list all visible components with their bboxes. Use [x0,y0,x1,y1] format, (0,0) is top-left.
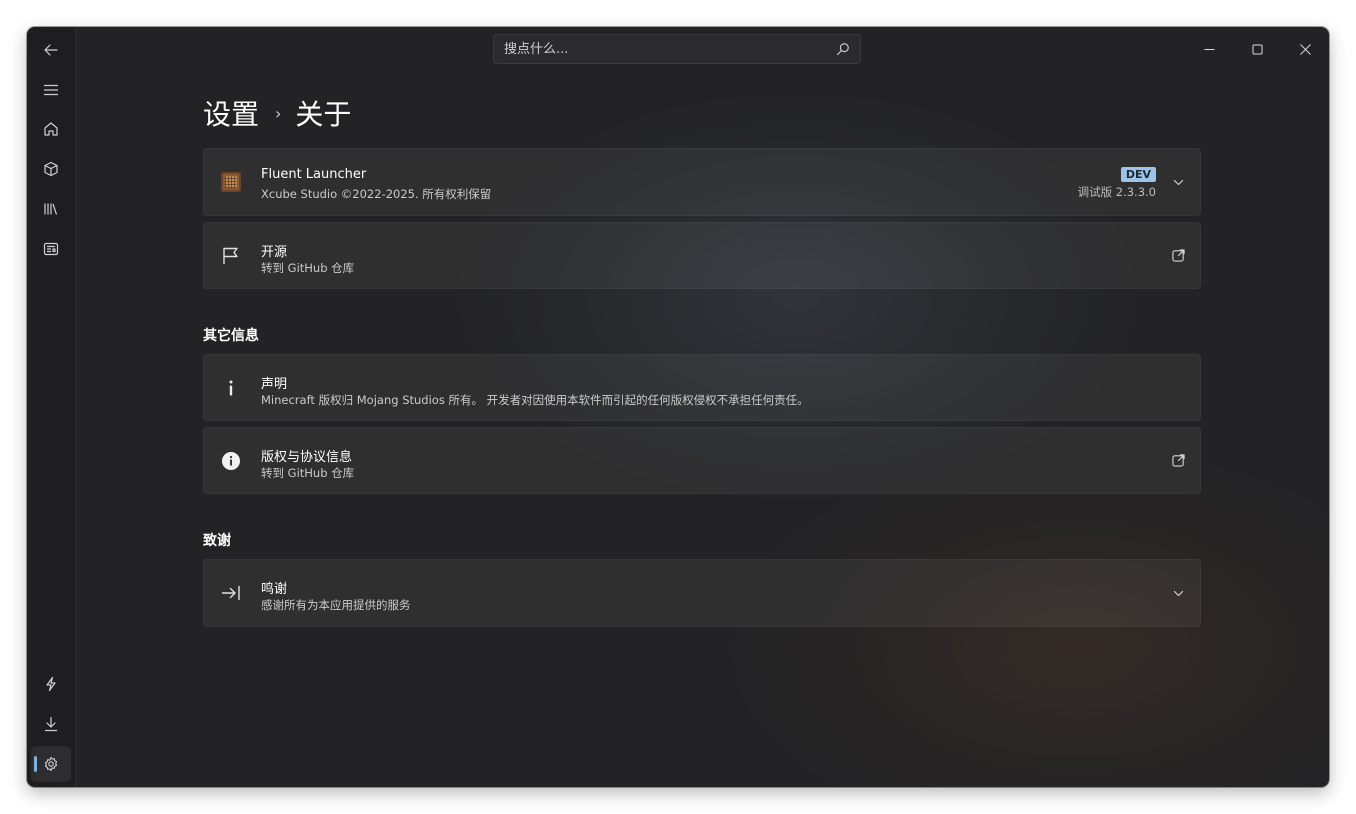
settings-icon [44,756,58,772]
dev-badge: DEV [1120,167,1156,182]
home-icon [44,122,58,136]
chevron-down-icon [1173,590,1183,596]
active-indicator [34,756,37,772]
app-logo-icon [220,171,242,193]
back-button[interactable] [31,32,71,68]
menu-icon [43,84,59,96]
thanks-card[interactable]: 鸣谢 感谢所有为本应用提供的服务 [203,559,1201,627]
nav-home[interactable] [31,111,71,147]
nav-instances[interactable] [31,151,71,187]
license-subtitle: 转到 GitHub 仓库 [261,466,355,480]
flag-icon [220,245,242,267]
open-external-icon [1171,249,1185,262]
info-icon [220,377,242,399]
cube-icon [44,161,58,177]
breadcrumb-parent[interactable]: 设置 [203,93,259,133]
download-icon [44,716,58,732]
nav-library[interactable] [31,191,71,227]
chevron-right-icon: › [275,103,282,123]
app-version: 调试版 2.3.3.0 [1077,185,1156,199]
navigation-rail [27,27,76,787]
section-header-other-info: 其它信息 [203,328,259,344]
nav-settings[interactable] [31,746,71,782]
minimize-button[interactable] [1186,27,1232,71]
close-icon [1299,43,1311,55]
thanks-title: 鸣谢 [261,582,288,597]
expand-button[interactable] [1170,585,1186,601]
maximize-icon [1252,44,1262,54]
open-external-icon [1171,454,1185,467]
disclaimer-title: 声明 [261,377,288,392]
close-button[interactable] [1282,27,1328,71]
thanks-subtitle: 感谢所有为本应用提供的服务 [261,598,411,612]
disclaimer-card: 声明 Minecraft 版权归 Mojang Studios 所有。 开发者对… [203,354,1201,421]
chevron-down-icon [1173,179,1183,185]
page-title: 关于 [295,98,352,131]
app-copyright: Xcube Studio ©2022-2025. 所有权利保留 [261,187,492,201]
license-title: 版权与协议信息 [261,450,353,465]
back-icon [44,44,58,56]
app-name: Fluent Launcher [261,167,367,182]
nav-downloads[interactable] [31,706,71,742]
search-icon[interactable] [836,42,850,56]
open-source-subtitle: 转到 GitHub 仓库 [261,261,355,275]
disclaimer-text: Minecraft 版权归 Mojang Studios 所有。 开发者对因使用… [261,393,809,407]
library-icon [44,203,58,215]
app-info-card[interactable]: Fluent Launcher Xcube Studio ©2022-2025.… [203,148,1201,216]
open-external-button[interactable] [1170,248,1186,264]
menu-toggle-button[interactable] [31,72,71,108]
open-source-card[interactable]: 开源 转到 GitHub 仓库 [203,222,1201,289]
app-window: 设置 › 关于 Fluent Launcher Xcube Studio ©20… [27,27,1329,787]
expand-button[interactable] [1170,174,1186,190]
maximize-button[interactable] [1234,27,1280,71]
nav-tasks[interactable] [31,666,71,702]
search-input[interactable] [494,35,824,63]
open-external-button[interactable] [1170,453,1186,469]
license-card[interactable]: 版权与协议信息 转到 GitHub 仓库 [203,427,1201,494]
open-source-title: 开源 [261,245,288,260]
nav-news[interactable] [31,231,71,267]
arrow-to-end-icon [220,582,242,604]
news-icon [43,242,59,256]
search-box[interactable] [493,34,861,64]
section-header-thanks: 致谢 [203,533,231,549]
flash-icon [46,676,56,692]
minimize-icon [1204,48,1214,50]
breadcrumb: 设置 › 关于 [203,93,351,133]
info-circle-icon [220,450,242,472]
